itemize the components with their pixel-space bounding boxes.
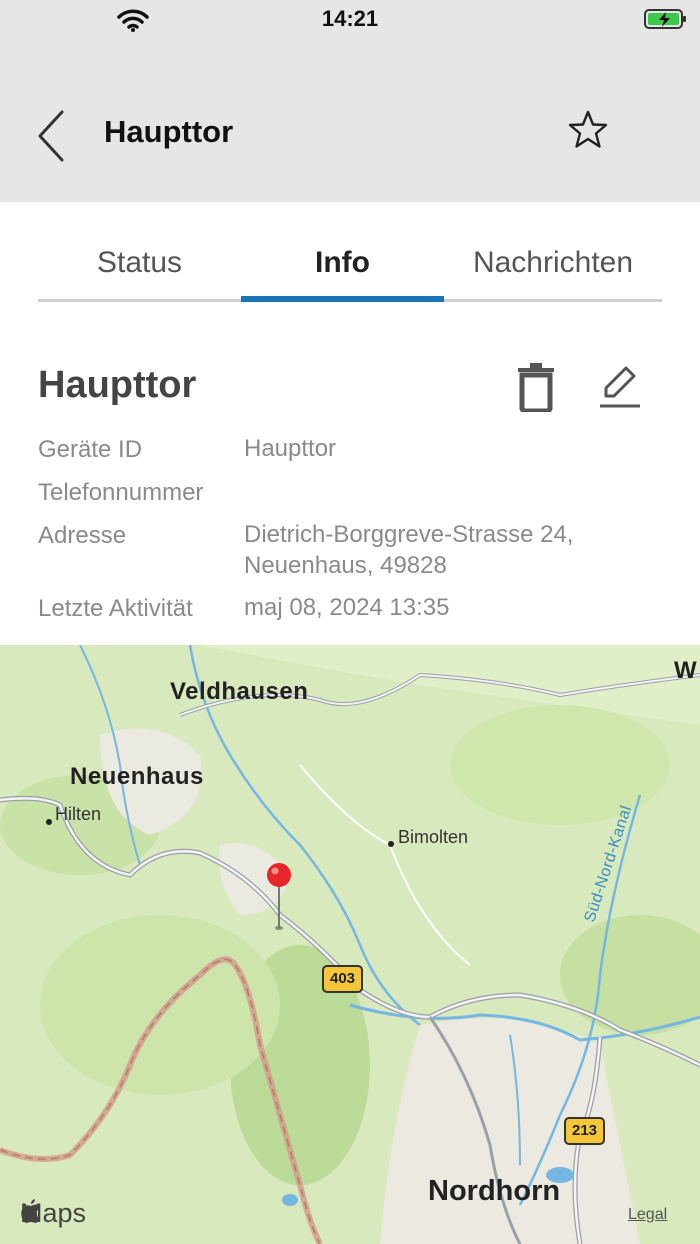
info-label: Telefonnummer xyxy=(38,479,204,506)
status-bar: 14:21 xyxy=(0,0,700,40)
tab-bar: Status Info Nachrichten xyxy=(38,230,662,302)
apple-logo-icon xyxy=(21,1199,40,1223)
info-value: Haupttor xyxy=(244,435,337,462)
tab-nachrichten[interactable]: Nachrichten xyxy=(444,230,662,296)
road-shield-403: 403 xyxy=(322,965,364,993)
place-label-bimolten: Bimolten xyxy=(398,827,469,847)
tab-status[interactable]: Status xyxy=(38,230,241,296)
info-label: Letzte Aktivität xyxy=(38,595,193,622)
place-label-edge: W xyxy=(674,657,698,684)
info-label: Geräte ID xyxy=(38,436,143,463)
edit-icon[interactable] xyxy=(596,362,644,410)
trash-icon[interactable] xyxy=(514,362,558,412)
legal-link[interactable]: Legal xyxy=(628,1206,667,1224)
tab-info[interactable]: Info xyxy=(241,230,444,296)
place-dot-bimolten xyxy=(388,841,394,847)
info-value-line2: Neuenhaus, 49828 xyxy=(244,552,447,579)
map-view[interactable]: Veldhausen Neuenhaus Hilten Bimolten W N… xyxy=(0,645,700,1244)
place-dot-hilten xyxy=(46,819,52,825)
battery-charging-icon xyxy=(644,9,686,29)
map-pin-icon[interactable] xyxy=(265,862,293,932)
status-time: 14:21 xyxy=(321,6,379,31)
active-tab-indicator xyxy=(241,296,444,302)
info-value: maj 08, 2024 13:35 xyxy=(244,594,450,621)
road-shield-213: 213 xyxy=(564,1117,606,1145)
info-value-line1: Dietrich-Borggreve-Strasse 24, xyxy=(244,521,574,548)
star-icon[interactable] xyxy=(566,108,610,152)
page-title: Haupttor xyxy=(104,114,234,149)
back-chevron-icon[interactable] xyxy=(34,108,74,164)
place-label-hilten: Hilten xyxy=(55,804,102,824)
place-label-veldhausen: Veldhausen xyxy=(170,678,309,705)
navigation-bar: Haupttor xyxy=(0,40,700,202)
place-label-nordhorn: Nordhorn xyxy=(428,1175,561,1207)
device-title: Haupttor xyxy=(38,364,197,406)
place-label-neuenhaus: Neuenhaus xyxy=(70,763,204,790)
map-background xyxy=(0,645,700,1244)
info-label: Adresse xyxy=(38,522,127,549)
maps-logo: Maps xyxy=(20,1198,86,1229)
